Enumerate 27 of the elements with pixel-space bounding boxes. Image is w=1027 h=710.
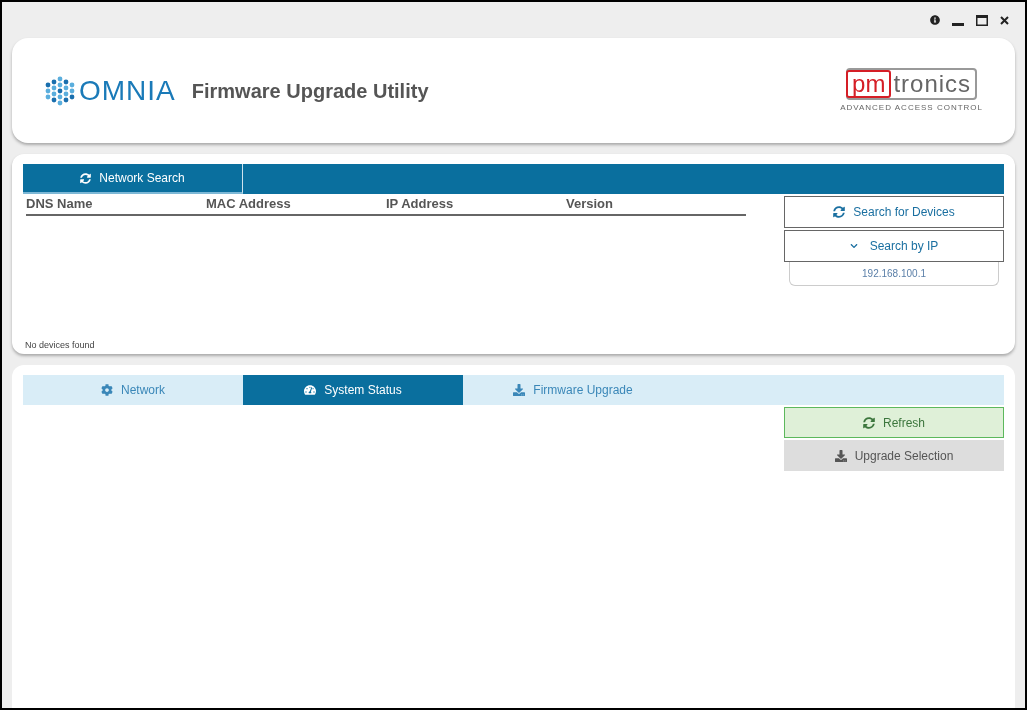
- ip-address-field[interactable]: 192.168.100.1: [789, 262, 999, 286]
- refresh-button[interactable]: Refresh: [784, 407, 1004, 438]
- close-icon[interactable]: [1000, 15, 1009, 25]
- gauge-icon: [304, 384, 317, 396]
- column-header: DNS Name: [26, 195, 94, 213]
- network-search-tab[interactable]: Network Search: [23, 164, 243, 194]
- maximize-icon[interactable]: [976, 14, 988, 26]
- upgrade-button[interactable]: Upgrade Selection: [784, 440, 1004, 471]
- column-header: MAC Address: [206, 195, 292, 213]
- pmtronics-logo: pm tronics: [846, 67, 978, 100]
- brand-tagline: ADVANCED ACCESS CONTROL: [840, 101, 983, 114]
- search-by-ip-button[interactable]: Search by IP: [784, 230, 1004, 262]
- app-title: Firmware Upgrade Utility: [191, 78, 429, 104]
- refresh-icon: [80, 172, 92, 184]
- chevron-icon: [849, 242, 858, 250]
- download-icon: [513, 384, 526, 396]
- search-devices-button[interactable]: Search for Devices: [784, 196, 1004, 228]
- omnia-logo-text: OMNIA: [79, 73, 176, 108]
- download-icon: [834, 449, 847, 462]
- refresh-icon: [863, 416, 875, 429]
- tab[interactable]: System Status: [243, 375, 463, 405]
- info-icon[interactable]: [930, 15, 940, 25]
- column-header: Version: [566, 195, 614, 213]
- column-header: IP Address: [386, 195, 455, 213]
- refresh-icon: [833, 206, 846, 218]
- status-text: No devices found: [25, 338, 96, 352]
- gear-icon: [101, 384, 113, 396]
